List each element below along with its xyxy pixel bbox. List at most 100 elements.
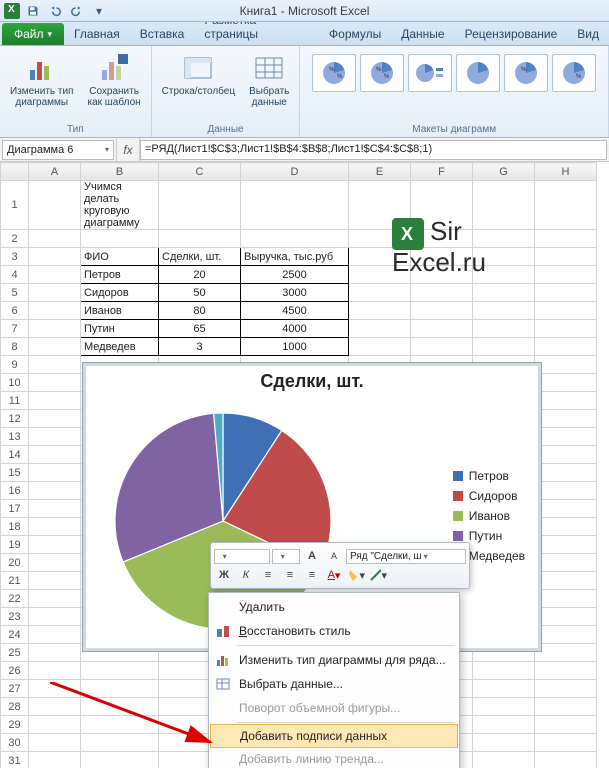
- cell[interactable]: [535, 356, 597, 374]
- cell[interactable]: [473, 698, 535, 716]
- cell[interactable]: [473, 338, 535, 356]
- cell[interactable]: [29, 230, 81, 248]
- cell[interactable]: [535, 320, 597, 338]
- cell[interactable]: [535, 536, 597, 554]
- cell[interactable]: [81, 752, 159, 768]
- row-header-21[interactable]: 21: [1, 572, 29, 590]
- cell[interactable]: [29, 680, 81, 698]
- row-header-6[interactable]: 6: [1, 302, 29, 320]
- fill-color-icon[interactable]: ▾: [346, 566, 366, 584]
- chart-title[interactable]: Сделки, шт.: [83, 371, 541, 392]
- cell[interactable]: 4500: [241, 302, 349, 320]
- cell[interactable]: [535, 644, 597, 662]
- cell[interactable]: [535, 302, 597, 320]
- cell[interactable]: [535, 410, 597, 428]
- layout-tile-4[interactable]: [456, 54, 500, 92]
- row-header-12[interactable]: 12: [1, 410, 29, 428]
- layout-tile-3[interactable]: [408, 54, 452, 92]
- tab-formulas[interactable]: Формулы: [319, 23, 391, 45]
- cell[interactable]: [473, 680, 535, 698]
- undo-icon[interactable]: [46, 3, 64, 19]
- cell[interactable]: [29, 181, 81, 230]
- font-color-icon[interactable]: A▾: [324, 566, 344, 584]
- series-name-select[interactable]: Ряд "Сделки, ш: [346, 549, 466, 564]
- layout-tile-1[interactable]: %%: [312, 54, 356, 92]
- cell[interactable]: [29, 482, 81, 500]
- cell[interactable]: 3: [159, 338, 241, 356]
- cell[interactable]: [29, 590, 81, 608]
- row-header-31[interactable]: 31: [1, 752, 29, 768]
- row-header-28[interactable]: 28: [1, 698, 29, 716]
- cell[interactable]: [349, 284, 411, 302]
- cell[interactable]: 2500: [241, 266, 349, 284]
- cell[interactable]: [29, 338, 81, 356]
- cell[interactable]: [29, 392, 81, 410]
- cell[interactable]: [81, 230, 159, 248]
- worksheet-area[interactable]: A B C D E F G H 1Учимся делать круговую …: [0, 162, 609, 768]
- row-header-2[interactable]: 2: [1, 230, 29, 248]
- cell[interactable]: [535, 752, 597, 768]
- cell[interactable]: 20: [159, 266, 241, 284]
- cell[interactable]: [473, 662, 535, 680]
- cell[interactable]: [29, 500, 81, 518]
- bold-icon[interactable]: Ж: [214, 566, 234, 584]
- cell[interactable]: [29, 626, 81, 644]
- cell[interactable]: [535, 428, 597, 446]
- cell[interactable]: [535, 572, 597, 590]
- cell[interactable]: [29, 428, 81, 446]
- cell[interactable]: [535, 464, 597, 482]
- cell[interactable]: [29, 464, 81, 482]
- mini-toolbar[interactable]: A A Ряд "Сделки, ш Ж К ≡ ≡ ≡ A▾ ▾ ▾: [210, 542, 470, 589]
- cell[interactable]: [473, 716, 535, 734]
- ctx-select-data[interactable]: Выбрать данные...: [209, 672, 459, 696]
- row-header-14[interactable]: 14: [1, 446, 29, 464]
- switch-row-column-button[interactable]: Строка/столбец: [158, 50, 239, 110]
- cell[interactable]: [473, 284, 535, 302]
- cell[interactable]: [29, 284, 81, 302]
- cell[interactable]: [535, 716, 597, 734]
- align-left-icon[interactable]: ≡: [258, 566, 278, 584]
- cell[interactable]: [535, 446, 597, 464]
- row-header-13[interactable]: 13: [1, 428, 29, 446]
- cell[interactable]: Сделки, шт.: [159, 248, 241, 266]
- col-header-B[interactable]: B: [81, 163, 159, 181]
- cell[interactable]: 1000: [241, 338, 349, 356]
- row-header-3[interactable]: 3: [1, 248, 29, 266]
- ctx-delete[interactable]: Удалить: [209, 595, 459, 619]
- cell[interactable]: Учимся делать круговую диаграмму: [81, 181, 159, 230]
- cell[interactable]: 80: [159, 302, 241, 320]
- row-header-18[interactable]: 18: [1, 518, 29, 536]
- cell[interactable]: [29, 302, 81, 320]
- ctx-change-series-type[interactable]: Изменить тип диаграммы для ряда...: [209, 648, 459, 672]
- legend-item[interactable]: Иванов: [453, 509, 525, 523]
- cell[interactable]: [29, 248, 81, 266]
- row-header-30[interactable]: 30: [1, 734, 29, 752]
- cell[interactable]: [473, 752, 535, 768]
- cell[interactable]: [29, 374, 81, 392]
- select-all-corner[interactable]: [1, 163, 29, 181]
- tab-home[interactable]: Главная: [64, 23, 130, 45]
- italic-icon[interactable]: К: [236, 566, 256, 584]
- cell[interactable]: [29, 446, 81, 464]
- legend-item[interactable]: Петров: [453, 469, 525, 483]
- row-header-4[interactable]: 4: [1, 266, 29, 284]
- row-header-15[interactable]: 15: [1, 464, 29, 482]
- cell[interactable]: [535, 181, 597, 230]
- cell[interactable]: [535, 554, 597, 572]
- tab-file[interactable]: Файл: [2, 23, 64, 45]
- fx-icon[interactable]: fx: [116, 138, 140, 161]
- cell[interactable]: [349, 338, 411, 356]
- row-header-17[interactable]: 17: [1, 500, 29, 518]
- col-header-F[interactable]: F: [411, 163, 473, 181]
- qat-customize-icon[interactable]: ▾: [90, 3, 108, 19]
- cell[interactable]: [29, 410, 81, 428]
- tab-view[interactable]: Вид: [567, 23, 609, 45]
- cell[interactable]: [535, 482, 597, 500]
- cell[interactable]: [535, 590, 597, 608]
- cell[interactable]: [29, 698, 81, 716]
- cell[interactable]: Выручка, тыс.руб: [241, 248, 349, 266]
- row-header-25[interactable]: 25: [1, 644, 29, 662]
- layout-tile-5[interactable]: %: [504, 54, 548, 92]
- cell[interactable]: [81, 734, 159, 752]
- row-header-27[interactable]: 27: [1, 680, 29, 698]
